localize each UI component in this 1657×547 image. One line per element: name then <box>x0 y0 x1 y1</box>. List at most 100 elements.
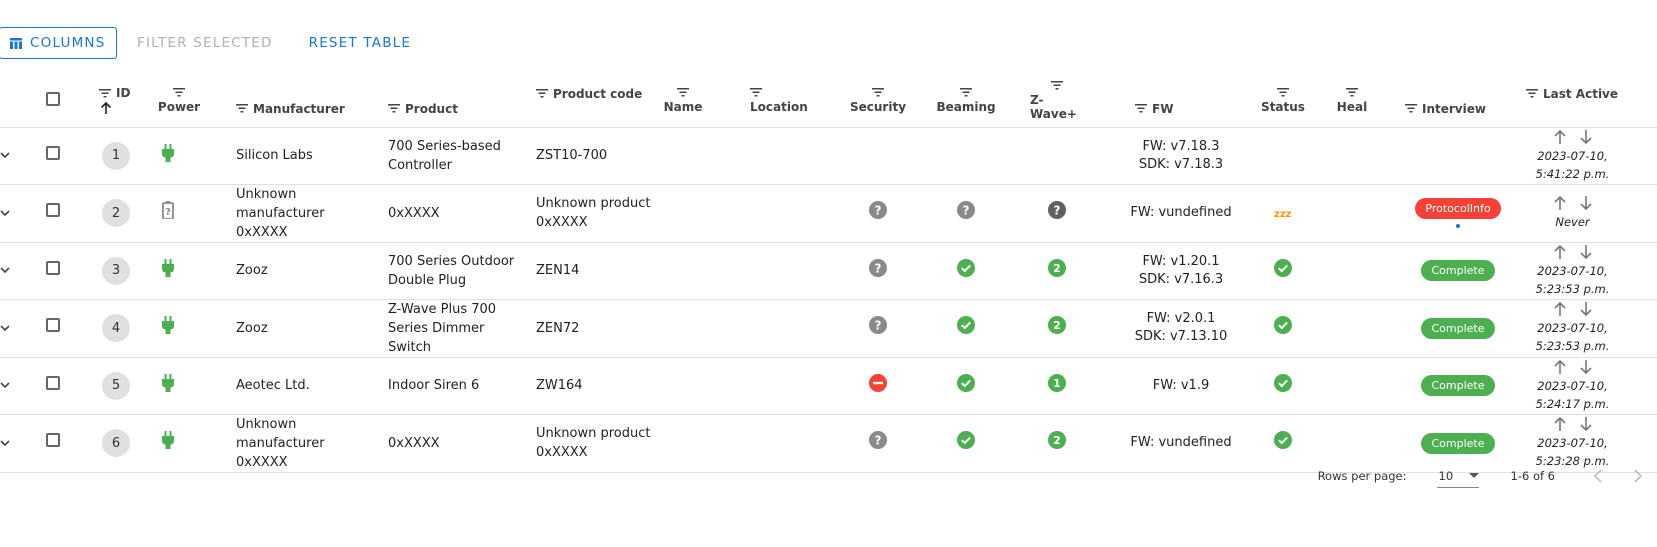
cell-product-code: ZEN14 <box>536 242 665 299</box>
header-product[interactable]: Product <box>388 75 536 127</box>
cell-product-code: ZEN72 <box>536 299 665 357</box>
table-row[interactable]: 5 Aeotec Ltd. Indoor Siren 6 ZW164 1 FW: v1.9… <box>0 357 1657 414</box>
table-header-row: ID Power Manufacturer Product Product co… <box>0 75 1657 127</box>
cell-fw: FW: vundefined <box>1111 184 1251 242</box>
filter-icon[interactable] <box>750 87 762 97</box>
header-status[interactable]: Status <box>1251 75 1332 127</box>
chevron-down-icon[interactable] <box>0 151 10 159</box>
interview-badge: Complete <box>1421 375 1495 396</box>
table-row[interactable]: 2? Unknown manufacturer 0xXXXX 0xXXXX Unkno… <box>0 184 1657 242</box>
arrow-up-icon[interactable] <box>100 102 112 115</box>
filter-icon[interactable] <box>99 88 111 98</box>
product-text: Indoor Siren 6 <box>388 378 480 393</box>
row-checkbox[interactable] <box>46 260 60 275</box>
plug-icon <box>162 258 174 277</box>
header-interview[interactable]: Interview <box>1398 75 1518 127</box>
cell-expand[interactable] <box>0 127 33 184</box>
arrow-up-icon[interactable] <box>1553 129 1567 145</box>
node-id-badge: 6 <box>102 429 130 457</box>
arrow-up-icon[interactable] <box>1553 244 1567 260</box>
rows-per-page-select[interactable]: 10 <box>1436 465 1480 488</box>
arrow-up-icon[interactable] <box>1553 359 1567 375</box>
filter-icon[interactable] <box>1051 80 1063 90</box>
cell-expand[interactable] <box>0 184 33 242</box>
filter-icon[interactable] <box>388 104 400 113</box>
row-checkbox[interactable] <box>46 318 60 332</box>
last-active-date: 2023-07-10, <box>1537 378 1608 393</box>
chevron-down-icon[interactable] <box>0 209 10 217</box>
row-checkbox[interactable] <box>46 203 60 217</box>
cell-expand[interactable] <box>0 414 33 472</box>
chevron-left-icon[interactable] <box>1593 469 1603 483</box>
filter-icon[interactable] <box>677 87 689 97</box>
filter-icon[interactable] <box>872 87 884 97</box>
product-code-text: ZST10-700 <box>536 148 608 163</box>
header-fw[interactable]: FW <box>1111 75 1251 127</box>
product-code-text: Unknown product 0xXXXX <box>536 426 651 460</box>
header-security[interactable]: Security <box>835 75 923 127</box>
filter-icon[interactable] <box>960 87 972 97</box>
cell-status <box>1251 127 1332 184</box>
arrow-up-icon[interactable] <box>1553 195 1567 211</box>
svg-text:?: ? <box>1054 204 1061 218</box>
cell-expand[interactable] <box>0 242 33 299</box>
table-row[interactable]: 1 Silicon Labs 700 Series-based Controller… <box>0 127 1657 184</box>
filter-icon[interactable] <box>1277 87 1289 97</box>
arrow-down-icon[interactable] <box>1579 301 1593 317</box>
table-row[interactable]: 4 Zooz Z-Wave Plus 700 Series Dimmer Switc… <box>0 299 1657 357</box>
fw-version: FW: v7.18.3 <box>1142 138 1220 154</box>
row-checkbox[interactable] <box>46 145 60 160</box>
header-beaming[interactable]: Beaming <box>923 75 1016 127</box>
reset-table-button[interactable]: RESET TABLE <box>309 27 412 59</box>
last-active-time: 5:24:17 p.m. <box>1535 396 1610 411</box>
numeric-circle-icon: 2 <box>1048 258 1066 277</box>
arrow-up-icon[interactable] <box>1553 416 1567 432</box>
filter-icon[interactable] <box>1135 104 1147 113</box>
reset-table-label: RESET TABLE <box>308 35 412 51</box>
cell-beaming <box>923 242 1016 299</box>
filter-icon[interactable] <box>536 89 548 98</box>
arrow-down-icon[interactable] <box>1579 416 1593 432</box>
cell-expand[interactable] <box>0 299 33 357</box>
arrow-down-icon[interactable] <box>1579 244 1593 260</box>
cell-zwave-plus: 2 <box>1016 414 1111 472</box>
filter-icon[interactable] <box>1526 89 1538 98</box>
chevron-right-icon[interactable] <box>1633 469 1643 483</box>
filter-icon[interactable] <box>1405 104 1417 113</box>
numeric-circle-icon: 2 <box>1048 316 1066 334</box>
chevron-down-icon[interactable] <box>0 381 10 389</box>
filter-selected-button[interactable]: FILTER SELECTED <box>137 27 273 59</box>
header-last-active[interactable]: Last Active <box>1518 75 1657 127</box>
arrow-down-icon[interactable] <box>1579 359 1593 375</box>
row-checkbox[interactable] <box>46 375 60 390</box>
row-checkbox[interactable] <box>46 433 60 447</box>
header-heal[interactable]: Heal <box>1332 75 1398 127</box>
chevron-down-icon[interactable] <box>0 439 10 447</box>
header-product-code[interactable]: Product code <box>536 75 665 127</box>
header-manufacturer[interactable]: Manufacturer <box>236 75 388 127</box>
interview-badge: Complete <box>1421 317 1495 339</box>
check-circle-icon <box>957 316 975 334</box>
arrow-down-icon[interactable] <box>1579 195 1593 211</box>
arrow-down-icon[interactable] <box>1579 129 1593 145</box>
arrow-up-icon[interactable] <box>1553 301 1567 317</box>
header-zwave-plus[interactable]: Z-Wave+ <box>1016 75 1111 127</box>
svg-text:?: ? <box>875 261 882 275</box>
cell-manufacturer: Unknown manufacturer 0xXXXX <box>236 414 388 472</box>
columns-button[interactable]: COLUMNS <box>0 27 117 59</box>
chevron-down-icon[interactable] <box>0 324 10 332</box>
header-power[interactable]: Power <box>156 75 236 127</box>
filter-icon[interactable] <box>1346 87 1358 97</box>
table-row[interactable]: 3 Zooz 700 Series Outdoor Double Plug ZEN14… <box>0 242 1657 299</box>
header-location[interactable]: Location <box>742 75 835 127</box>
select-all-checkbox[interactable] <box>46 92 60 107</box>
cell-product: 0xXXXX <box>388 414 536 472</box>
cell-expand[interactable] <box>0 357 33 414</box>
cell-heal <box>1332 127 1398 184</box>
header-name[interactable]: Name <box>664 75 742 127</box>
sdk-version: SDK: v7.13.10 <box>1134 329 1228 344</box>
chevron-down-icon[interactable] <box>0 266 10 274</box>
filter-icon[interactable] <box>236 104 248 113</box>
header-id[interactable]: ID <box>96 75 156 127</box>
filter-icon[interactable] <box>173 87 185 97</box>
